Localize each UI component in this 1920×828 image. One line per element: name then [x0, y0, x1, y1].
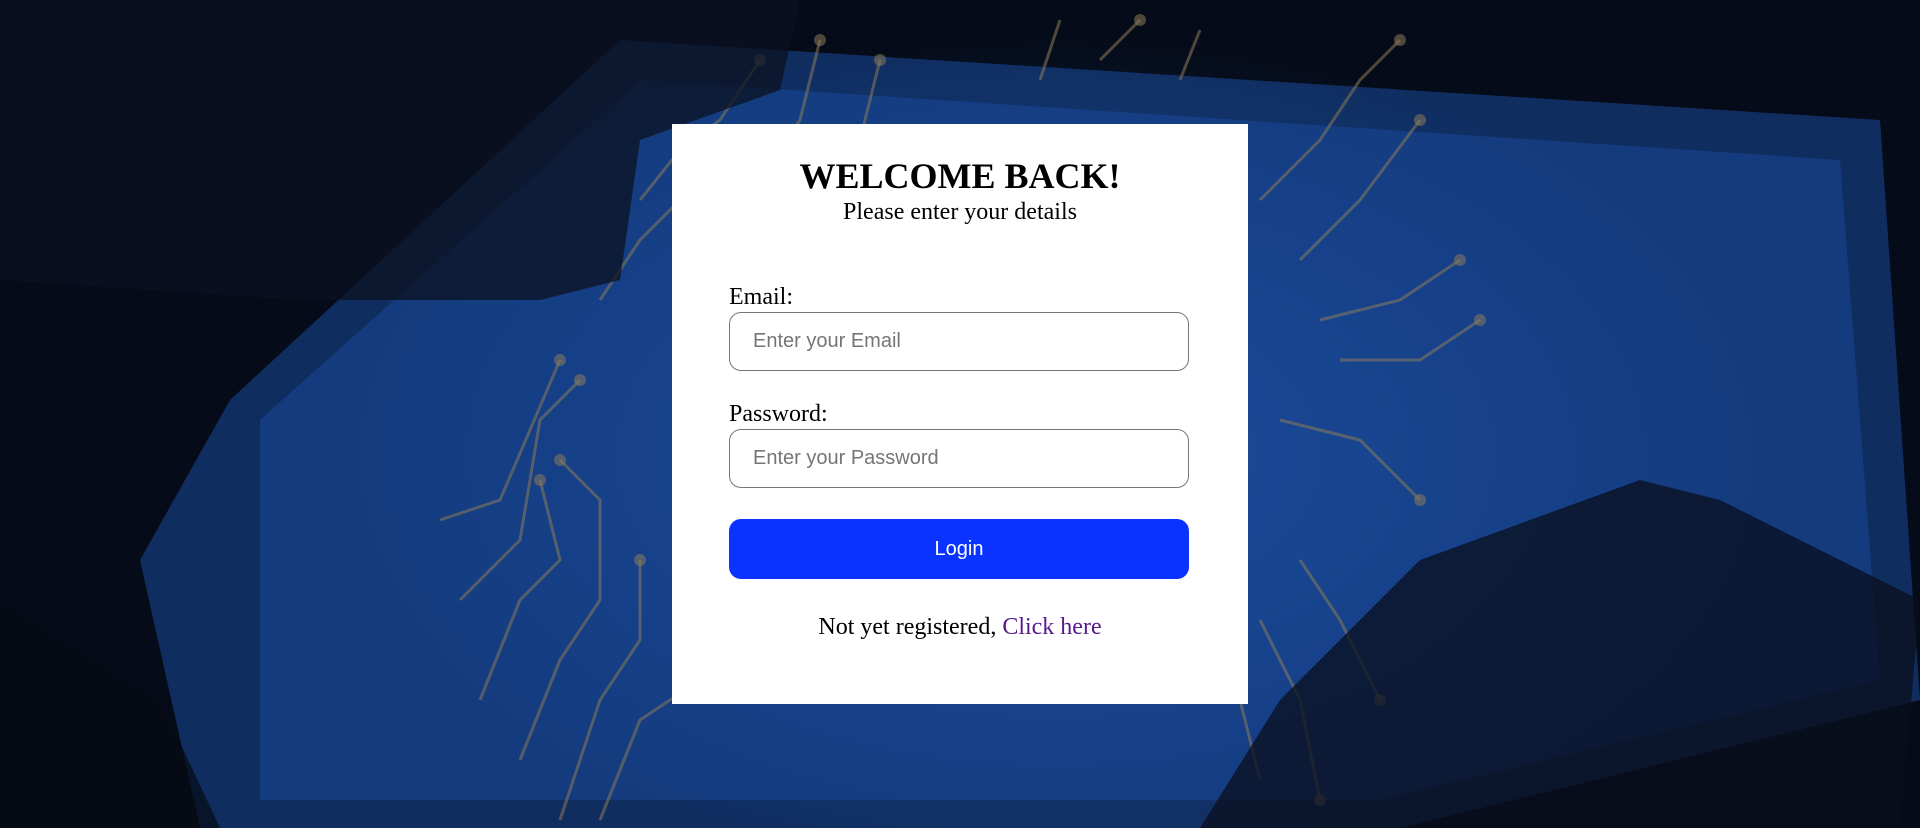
page-subtitle: Please enter your details — [843, 199, 1077, 225]
page-title: WELCOME BACK! — [799, 156, 1121, 196]
password-input[interactable] — [729, 429, 1189, 488]
register-prompt-text: Not yet registered, — [818, 614, 997, 640]
password-label: Password: — [729, 401, 828, 427]
login-button[interactable]: Login — [729, 519, 1189, 579]
register-link[interactable]: Click here — [1002, 614, 1101, 640]
email-label: Email: — [729, 284, 793, 310]
register-prompt: Not yet registered, Click here — [729, 613, 1191, 641]
email-input[interactable] — [729, 312, 1189, 371]
login-card: WELCOME BACK! Please enter your details … — [672, 124, 1248, 704]
